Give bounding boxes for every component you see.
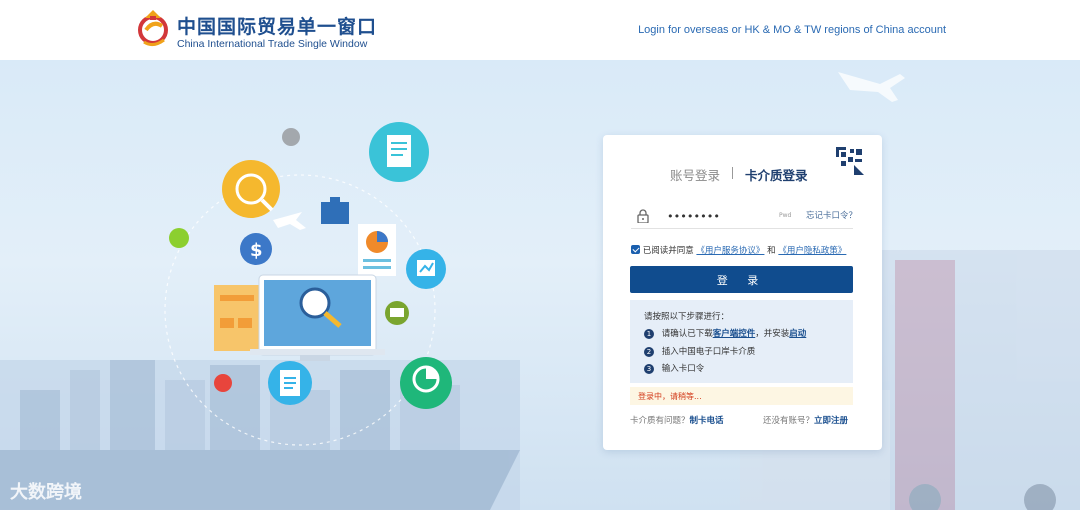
login-status-bar: 登录中，请稍等... [630, 387, 853, 405]
login-button[interactable]: 登 录 [630, 266, 853, 293]
overseas-login-link[interactable]: Login for overseas or HK & MO & TW regio… [638, 24, 946, 36]
agree-checkbox[interactable] [631, 245, 640, 254]
client-control-link[interactable]: 客户端控件 [713, 329, 756, 339]
svg-text:$: $ [250, 240, 263, 261]
hero-illustration: $ [0, 72, 1080, 510]
service-agreement-link[interactable]: 《用户服务协议》 [696, 246, 764, 256]
tab-account-login[interactable]: 账号登录 [670, 165, 720, 184]
start-link[interactable]: 启动 [789, 329, 806, 339]
privacy-policy-link[interactable]: 《用户隐私政策》 [778, 246, 846, 256]
step-3-text: 输入卡口令 [661, 364, 705, 374]
card-help: 卡介质有问题？制卡电话 [630, 414, 724, 426]
step-2-text: 插入中国电子口岸卡介质 [661, 347, 756, 357]
qr-code-icon[interactable] [836, 147, 864, 175]
watermark-text: 大数跨境 [10, 482, 82, 503]
agree-prefix: 已阅读并同意 [642, 246, 694, 256]
forgot-card-password-link[interactable]: 忘记卡口令？ [806, 209, 857, 221]
step-3: 3 输入卡口令 [644, 362, 704, 374]
tab-card-login[interactable]: 卡介质登录 [745, 165, 808, 184]
step-number: 1 [644, 329, 654, 339]
password-tag: Pwd [779, 212, 792, 219]
tab-divider [732, 167, 733, 179]
lock-icon [637, 209, 649, 223]
card-help-prefix: 卡介质有问题？ [630, 416, 690, 426]
login-status-text: 登录中，请稍等... [638, 392, 702, 401]
register-prefix: 还没有账号？ [763, 416, 815, 426]
password-row: Pwd 忘记卡口令？ [631, 205, 857, 229]
brand-title-cn: 中国国际贸易单一窗口 [177, 16, 378, 38]
step-1: 1 请确认已下载客户端控件，并安装启动 [644, 327, 806, 339]
step-number: 2 [644, 347, 654, 357]
step-2: 2 插入中国电子口岸卡介质 [644, 345, 755, 357]
step-1-prefix: 请确认已下载 [661, 329, 713, 339]
login-card: 账号登录 卡介质登录 Pwd 忘记卡口令？ 已阅读并同意 《用户服务协议》 和 … [603, 135, 882, 450]
register-link[interactable]: 立即注册 [814, 416, 848, 426]
agree-and: 和 [767, 246, 776, 256]
brand-title-en: China International Trade Single Window [177, 38, 368, 50]
step-1-mid: ，并安装 [755, 329, 790, 339]
steps-panel: 请按照以下步骤进行： 1 请确认已下载客户端控件，并安装启动 2 插入中国电子口… [630, 300, 853, 383]
hero-banner: $ 大数跨境 [0, 60, 1080, 510]
single-window-logo[interactable] [136, 8, 170, 50]
card-phone-link[interactable]: 制卡电话 [690, 416, 724, 426]
card-password-input[interactable] [667, 207, 767, 225]
agreement-row: 已阅读并同意 《用户服务协议》 和 《用户隐私政策》 [631, 244, 846, 256]
steps-title: 请按照以下步骤进行： [644, 312, 730, 322]
register-prompt: 还没有账号？立即注册 [763, 414, 848, 426]
step-number: 3 [644, 364, 654, 374]
top-header: 中国国际贸易单一窗口 China International Trade Sin… [0, 0, 1080, 60]
